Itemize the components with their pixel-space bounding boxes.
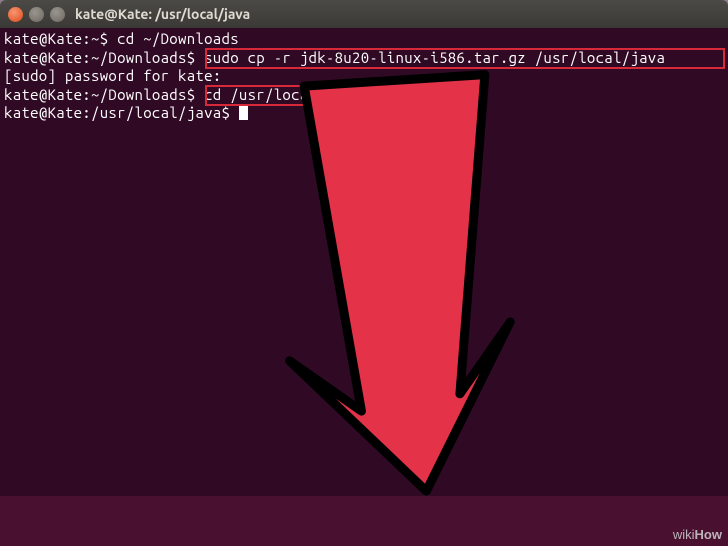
watermark: wikiHow [673,527,722,542]
cursor-icon [239,105,248,120]
bottom-bar [0,496,728,546]
watermark-prefix: wiki [673,527,695,542]
window-title: kate@Kate: /usr/local/java [75,6,250,22]
window-titlebar: kate@Kate: /usr/local/java [0,0,728,28]
close-icon[interactable] [8,7,23,22]
command-text: sudo cp -r jdk-8u20-linux-i586.tar.gz /u… [195,49,665,66]
prompt: kate@Kate:/usr/local/java$ [4,104,230,121]
prompt: kate@Kate:~/Downloads$ [4,86,195,103]
minimize-icon[interactable] [29,7,44,22]
terminal-line: [sudo] password for kate: [4,67,724,86]
command-text [230,104,239,121]
command-text: cd /usr/local/java [195,86,360,103]
watermark-suffix: How [695,527,722,542]
terminal-line: kate@Kate:~/Downloads$ cd /usr/local/jav… [4,86,724,105]
command-text: cd ~/Downloads [108,30,239,47]
terminal-line: kate@Kate:~/Downloads$ sudo cp -r jdk-8u… [4,49,724,68]
terminal-line: kate@Kate:/usr/local/java$ [4,104,724,123]
terminal-line: kate@Kate:~$ cd ~/Downloads [4,30,724,49]
terminal-area[interactable]: kate@Kate:~$ cd ~/Downloads kate@Kate:~/… [0,28,728,496]
window-controls [8,7,65,22]
prompt: kate@Kate:~/Downloads$ [4,49,195,66]
maximize-icon[interactable] [50,7,65,22]
prompt: kate@Kate:~$ [4,30,108,47]
prompt: [sudo] password for kate: [4,67,222,84]
